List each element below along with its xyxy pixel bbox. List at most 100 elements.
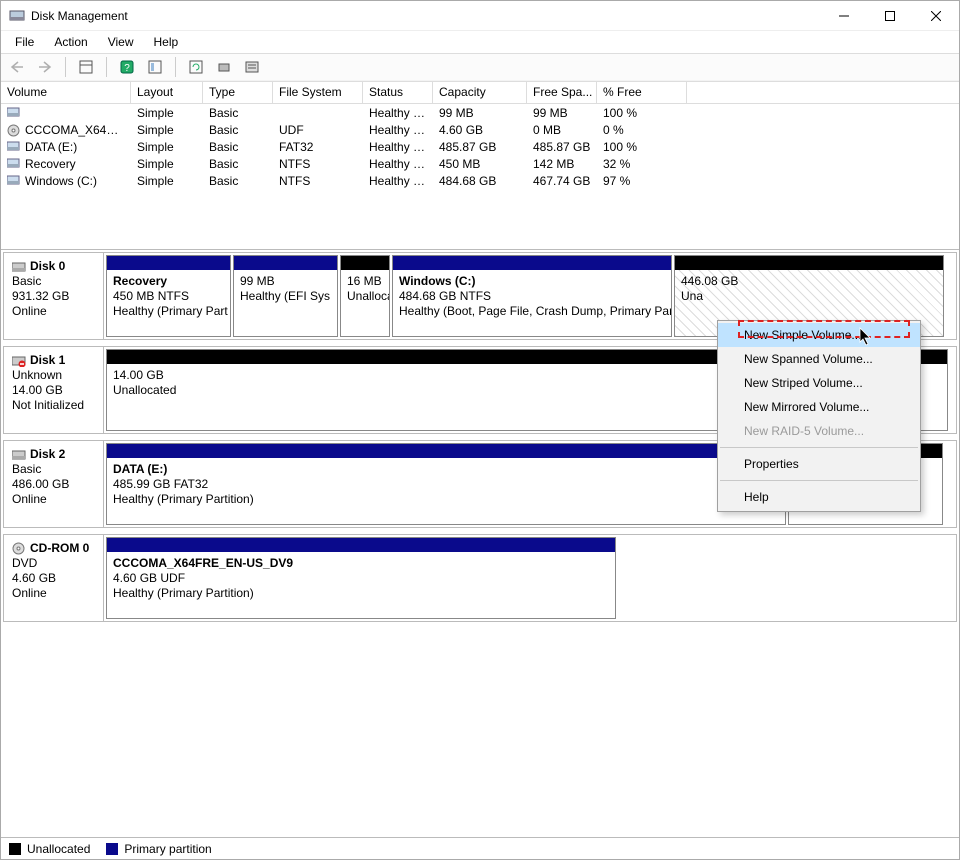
maximize-button[interactable] <box>867 1 913 31</box>
disk-size: 931.32 GB <box>12 289 69 303</box>
titlebar: Disk Management <box>1 1 959 31</box>
col-filesystem[interactable]: File System <box>273 82 363 103</box>
volume-pct: 100 % <box>597 106 687 120</box>
context-menu-item[interactable]: Properties <box>718 452 920 476</box>
volume-row[interactable]: RecoverySimpleBasicNTFSHealthy (P...450 … <box>1 155 959 172</box>
volume-name: Windows (C:) <box>25 174 97 188</box>
partition[interactable]: Recovery450 MB NTFSHealthy (Primary Part <box>106 255 231 337</box>
col-pctfree[interactable]: % Free <box>597 82 687 103</box>
volume-status: Healthy (B... <box>363 174 433 188</box>
toolbar-settings-icon[interactable] <box>143 56 167 78</box>
volume-pct: 97 % <box>597 174 687 188</box>
context-menu-item[interactable]: Help <box>718 485 920 509</box>
partition[interactable]: CCCOMA_X64FRE_EN-US_DV94.60 GB UDFHealth… <box>106 537 616 619</box>
volume-name: DATA (E:) <box>25 140 77 154</box>
partition[interactable]: 16 MBUnalloca <box>340 255 390 337</box>
legend-unallocated: Unallocated <box>9 842 90 856</box>
volume-pct: 0 % <box>597 123 687 137</box>
disk-label[interactable]: CD-ROM 0DVD4.60 GBOnline <box>4 535 104 621</box>
toolbar-properties-icon[interactable] <box>240 56 264 78</box>
disk-type: Basic <box>12 462 41 476</box>
volume-status: Healthy (E... <box>363 106 433 120</box>
menubar: File Action View Help <box>1 31 959 53</box>
volume-layout: Simple <box>131 174 203 188</box>
partition-status: Unalloca <box>347 289 389 303</box>
minimize-button[interactable] <box>821 1 867 31</box>
disk-label[interactable]: Disk 0Basic931.32 GBOnline <box>4 253 104 339</box>
disk-state: Online <box>12 586 47 600</box>
disk-type: Basic <box>12 274 41 288</box>
context-menu-item[interactable]: New Simple Volume... <box>718 323 920 347</box>
partition[interactable]: DATA (E:)485.99 GB FAT32Healthy (Primary… <box>106 443 786 525</box>
col-layout[interactable]: Layout <box>131 82 203 103</box>
disk-icon <box>12 354 26 368</box>
volume-row[interactable]: SimpleBasicHealthy (E...99 MB99 MB100 % <box>1 104 959 121</box>
volume-layout: Simple <box>131 140 203 154</box>
menu-file[interactable]: File <box>5 33 44 51</box>
volume-rows: SimpleBasicHealthy (E...99 MB99 MB100 %C… <box>1 104 959 249</box>
col-capacity[interactable]: Capacity <box>433 82 527 103</box>
context-menu-item[interactable]: New Mirrored Volume... <box>718 395 920 419</box>
volume-row[interactable]: Windows (C:)SimpleBasicNTFSHealthy (B...… <box>1 172 959 189</box>
partition-size: 16 MB <box>347 274 382 288</box>
context-menu-item[interactable]: New Striped Volume... <box>718 371 920 395</box>
menu-view[interactable]: View <box>98 33 144 51</box>
disk-management-window: Disk Management File Action View Help ? … <box>0 0 960 860</box>
volume-icon <box>7 141 21 153</box>
volume-type: Basic <box>203 174 273 188</box>
help-icon[interactable]: ? <box>115 56 139 78</box>
volume-type: Basic <box>203 157 273 171</box>
partition[interactable]: 99 MBHealthy (EFI Sys <box>233 255 338 337</box>
forward-button[interactable] <box>33 56 57 78</box>
back-button[interactable] <box>5 56 29 78</box>
context-menu-item[interactable]: New Spanned Volume... <box>718 347 920 371</box>
disk-icon <box>12 542 26 556</box>
partition-status: Healthy (EFI Sys <box>240 289 330 303</box>
col-freespace[interactable]: Free Spa... <box>527 82 597 103</box>
partition-status: Unallocated <box>113 383 176 397</box>
svg-text:?: ? <box>124 63 130 74</box>
volume-fs: NTFS <box>273 157 363 171</box>
volume-capacity: 484.68 GB <box>433 174 527 188</box>
partition-bar <box>107 538 615 552</box>
volume-icon <box>7 175 21 187</box>
disk-row: CD-ROM 0DVD4.60 GBOnlineCCCOMA_X64FRE_EN… <box>3 534 957 622</box>
toolbar-disk-icon[interactable] <box>212 56 236 78</box>
partition-status: Healthy (Boot, Page File, Crash Dump, Pr… <box>399 304 671 318</box>
context-menu-separator <box>720 447 918 448</box>
volume-free: 0 MB <box>527 123 597 137</box>
toolbar-view-icon[interactable] <box>74 56 98 78</box>
disk-size: 14.00 GB <box>12 383 63 397</box>
disk-label[interactable]: Disk 1Unknown14.00 GBNot Initialized <box>4 347 104 433</box>
partition-info: 16 MBUnalloca <box>341 270 389 336</box>
col-volume[interactable]: Volume <box>1 82 131 103</box>
window-controls <box>821 1 959 30</box>
disk-label[interactable]: Disk 2Basic486.00 GBOnline <box>4 441 104 527</box>
disk-name: Disk 0 <box>30 259 65 273</box>
toolbar-separator <box>175 57 176 77</box>
disk-name: Disk 1 <box>30 353 65 367</box>
partition-status: Healthy (Primary Partition) <box>113 586 254 600</box>
volume-fs: FAT32 <box>273 140 363 154</box>
disk-size: 486.00 GB <box>12 477 69 491</box>
volume-free: 467.74 GB <box>527 174 597 188</box>
volume-type: Basic <box>203 123 273 137</box>
partition-size: 484.68 GB NTFS <box>399 289 491 303</box>
window-title: Disk Management <box>31 9 821 23</box>
volume-row[interactable]: DATA (E:)SimpleBasicFAT32Healthy (P...48… <box>1 138 959 155</box>
volume-row[interactable]: CCCOMA_X64FRE...SimpleBasicUDFHealthy (P… <box>1 121 959 138</box>
partition-info: DATA (E:)485.99 GB FAT32Healthy (Primary… <box>107 458 785 524</box>
volume-status: Healthy (P... <box>363 123 433 137</box>
toolbar-refresh-icon[interactable] <box>184 56 208 78</box>
menu-action[interactable]: Action <box>44 33 97 51</box>
close-button[interactable] <box>913 1 959 31</box>
partition-bar <box>675 256 943 270</box>
partition[interactable]: Windows (C:)484.68 GB NTFSHealthy (Boot,… <box>392 255 672 337</box>
partition-info: Recovery450 MB NTFSHealthy (Primary Part <box>107 270 230 336</box>
toolbar-separator <box>106 57 107 77</box>
col-status[interactable]: Status <box>363 82 433 103</box>
partition-bar <box>393 256 671 270</box>
menu-help[interactable]: Help <box>144 33 189 51</box>
col-type[interactable]: Type <box>203 82 273 103</box>
context-menu-item: New RAID-5 Volume... <box>718 419 920 443</box>
